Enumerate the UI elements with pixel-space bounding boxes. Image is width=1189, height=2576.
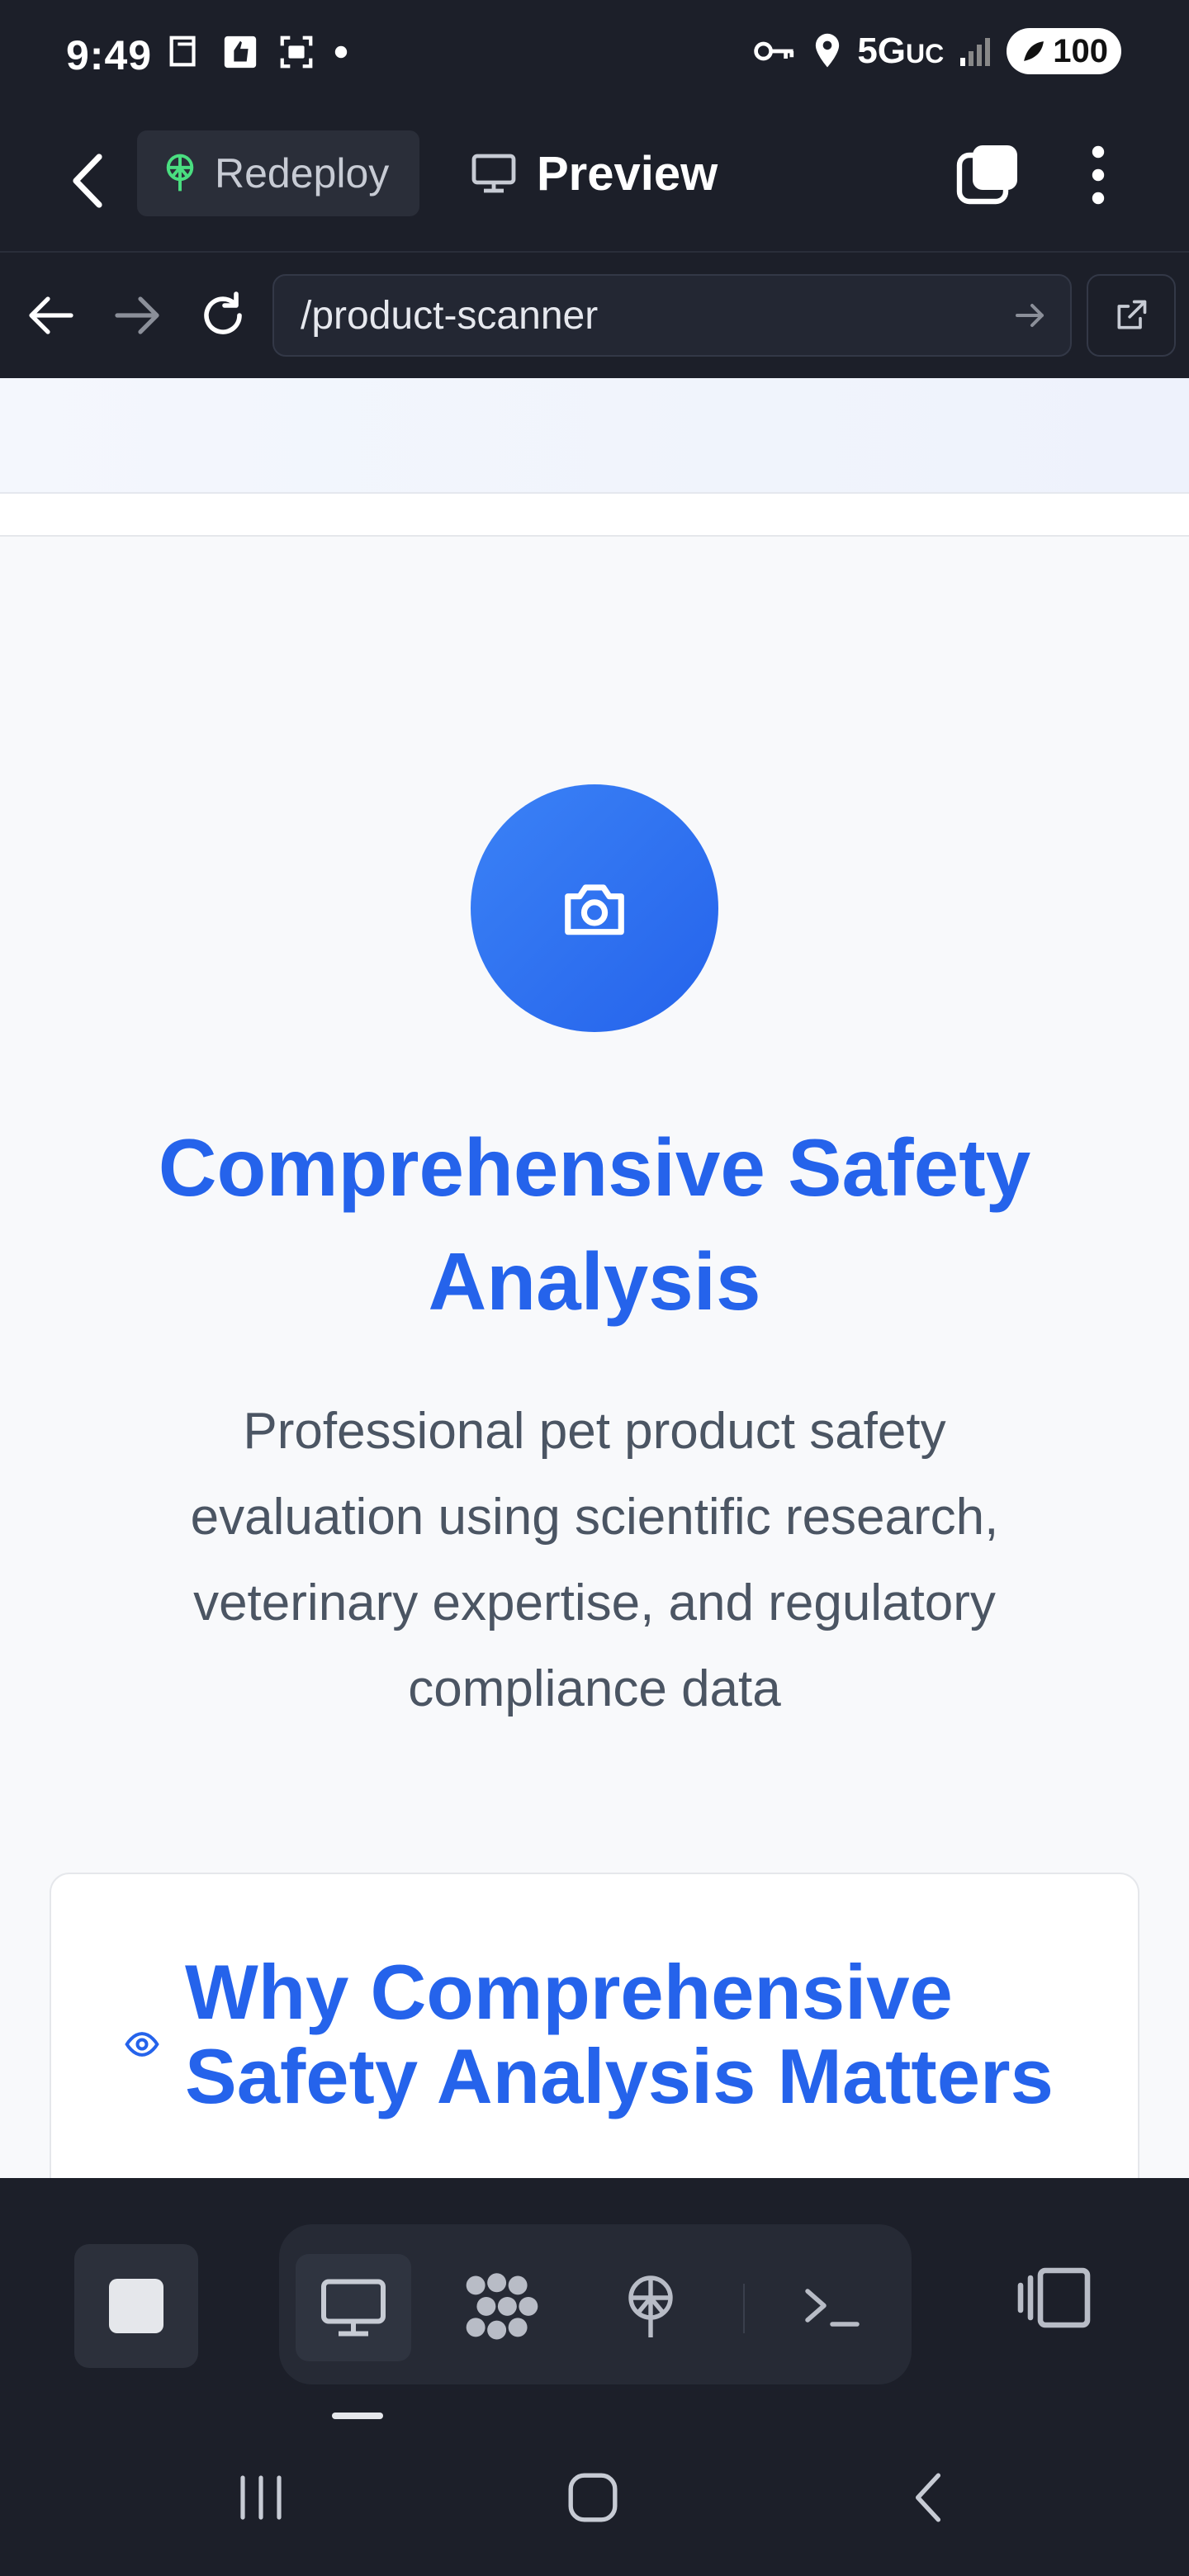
scan-notification-icon <box>280 36 313 69</box>
redeploy-button[interactable]: Redeploy <box>137 130 419 216</box>
stop-icon <box>109 2279 163 2333</box>
system-nav-bar <box>0 2419 1189 2576</box>
monitor-icon <box>471 154 516 193</box>
hero-camera-badge <box>471 784 718 1032</box>
go-arrow-icon[interactable] <box>1011 296 1050 335</box>
browser-toolbar: /product-scanner <box>0 253 1189 378</box>
status-bar: 9:49 5GUC 100 <box>0 0 1189 112</box>
redeploy-icon <box>166 154 194 192</box>
terminal-icon <box>805 2289 860 2327</box>
url-input[interactable]: /product-scanner <box>272 274 1072 357</box>
tool-switcher <box>279 2224 912 2384</box>
battery-saver-icon <box>1024 41 1045 61</box>
redeploy-label: Redeploy <box>215 150 390 197</box>
deploy-tool-button[interactable] <box>593 2254 708 2361</box>
home-icon <box>568 2473 618 2522</box>
signal-icon <box>960 38 991 66</box>
deploy-icon <box>628 2275 673 2337</box>
thumbs-up-notification-icon <box>224 36 257 69</box>
panel-toggle-button[interactable] <box>1007 2252 1098 2343</box>
recent-apps-button[interactable] <box>220 2460 302 2535</box>
recent-apps-icon <box>240 2475 282 2520</box>
home-button[interactable] <box>552 2460 634 2535</box>
preview-label: Preview <box>537 146 718 201</box>
preview-tab[interactable]: Preview <box>471 130 718 216</box>
apps-tool-button[interactable] <box>444 2254 560 2361</box>
reload-icon[interactable] <box>197 289 249 342</box>
monitor-icon <box>321 2279 386 2337</box>
vpn-key-icon <box>754 41 794 61</box>
why-matters-card: Why Comprehensive Safety Analysis Matter… <box>50 1873 1139 2219</box>
open-external-button[interactable] <box>1087 274 1176 357</box>
location-icon <box>816 33 840 68</box>
page-header-band <box>0 494 1189 537</box>
url-text: /product-scanner <box>301 293 599 338</box>
network-gen: 5G <box>857 31 907 71</box>
back-icon[interactable] <box>66 152 107 210</box>
battery-indicator: 100 <box>1007 28 1121 74</box>
status-time: 9:49 <box>66 32 153 78</box>
camera-icon <box>565 884 624 935</box>
panel-icon <box>1017 2267 1091 2328</box>
page-header-banner <box>0 378 1189 494</box>
dot-icon <box>334 45 348 59</box>
external-link-icon <box>1117 300 1147 329</box>
page-title: Comprehensive Safety Analysis <box>158 1122 1031 1327</box>
status-right: 5GUC 100 <box>753 28 1121 74</box>
arrow-left-icon[interactable] <box>25 289 78 342</box>
arrow-right-icon[interactable] <box>111 289 163 342</box>
why-matters-title: Why Comprehensive Safety Analysis Matter… <box>185 1949 1054 2119</box>
system-back-icon <box>915 2473 941 2522</box>
apps-icon <box>466 2273 538 2340</box>
tabs-icon[interactable] <box>955 142 1021 208</box>
notification-icons <box>165 33 348 71</box>
more-icon[interactable] <box>1073 142 1123 208</box>
terminal-tool-button[interactable] <box>775 2254 890 2361</box>
eye-icon <box>125 2032 159 2057</box>
page-description: Professional pet product safety evaluati… <box>190 1403 999 1717</box>
network-suffix: UC <box>906 39 945 69</box>
stop-button[interactable] <box>74 2244 198 2368</box>
active-tool-indicator <box>332 2413 383 2419</box>
battery-level: 100 <box>1053 32 1108 69</box>
tool-divider <box>743 2284 745 2333</box>
bottom-dock <box>0 2178 1189 2419</box>
screenshot-notification-icon <box>169 36 196 67</box>
preview-tool-button[interactable] <box>296 2254 411 2361</box>
app-bar: Redeploy Preview <box>0 112 1189 253</box>
system-back-button[interactable] <box>887 2460 969 2535</box>
network-type: 5GUC <box>857 31 944 72</box>
